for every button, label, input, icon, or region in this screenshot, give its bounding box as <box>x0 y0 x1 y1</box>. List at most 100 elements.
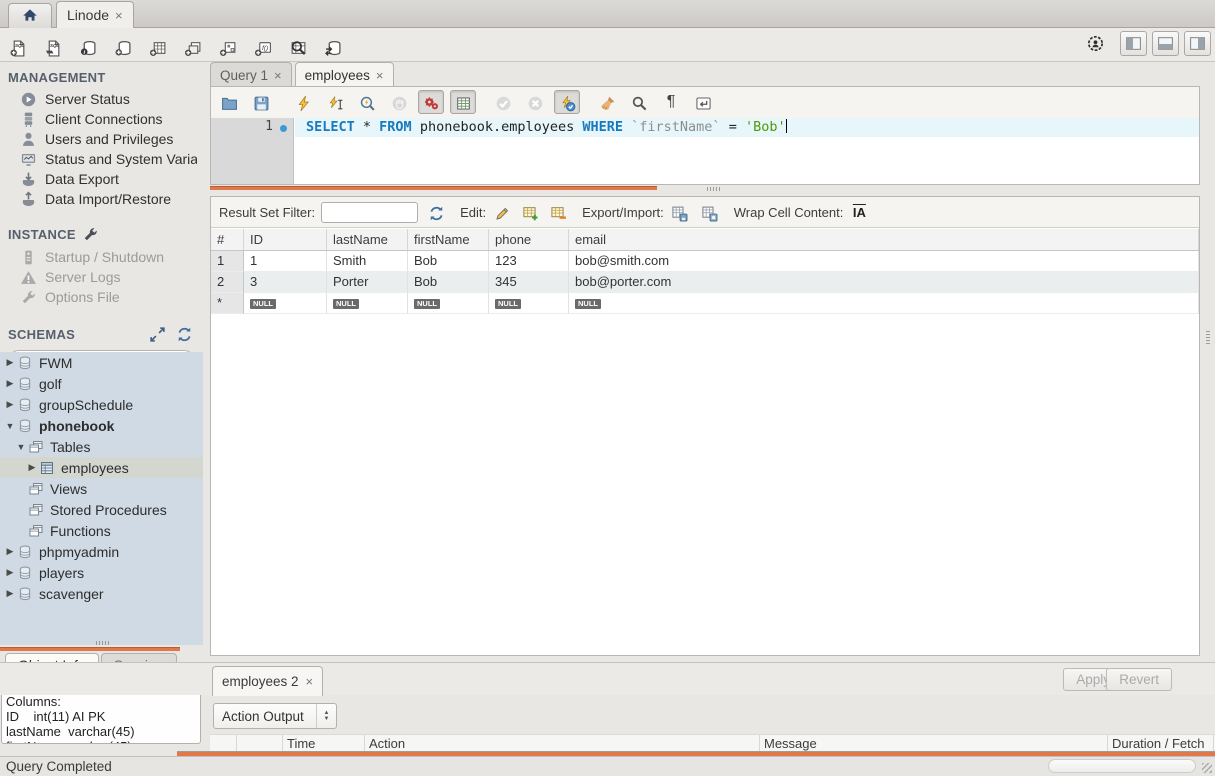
sidebar-item-client-connections[interactable]: Client Connections <box>0 109 203 129</box>
rollback-button[interactable] <box>522 90 548 114</box>
data-cell[interactable]: NULL <box>408 293 489 314</box>
splitter-grip[interactable] <box>96 641 110 645</box>
execute-current-statement-button[interactable] <box>322 90 348 114</box>
output-type-selector[interactable]: Action Output ▲▼ <box>213 703 337 729</box>
tree-item-groupschedule[interactable]: ▶groupSchedule <box>0 394 203 415</box>
result-filter-input[interactable] <box>321 202 418 223</box>
chevron-right-icon[interactable]: ▶ <box>4 588 16 599</box>
row-number-cell[interactable]: 2 <box>211 272 244 293</box>
open-sql-script-button[interactable]: SQL <box>39 31 67 59</box>
clear-query-button[interactable] <box>594 90 620 114</box>
sidebar-splitter[interactable] <box>0 645 203 653</box>
toggle-right-sidebar-button[interactable] <box>1184 31 1211 56</box>
tree-item-fwm[interactable]: ▶FWM <box>0 352 203 373</box>
data-cell[interactable]: 1 <box>244 251 327 272</box>
tree-item-phonebook[interactable]: ▼phonebook <box>0 415 203 436</box>
delete-row-button[interactable] <box>546 201 570 223</box>
tree-item-golf[interactable]: ▶golf <box>0 373 203 394</box>
sidebar-item-server-status[interactable]: Server Status <box>0 89 203 109</box>
tree-item-functions[interactable]: Functions <box>0 520 203 541</box>
column-header-firstname[interactable]: firstName <box>408 229 489 250</box>
preferences-button[interactable] <box>1083 32 1107 56</box>
toggle-stop-on-error-button[interactable] <box>418 90 444 114</box>
data-cell[interactable]: bob@porter.com <box>569 272 1199 293</box>
import-records-button[interactable] <box>698 201 722 223</box>
open-file-button[interactable] <box>216 90 242 114</box>
sql-code-editor[interactable]: 1 SELECT * FROM phonebook.employees WHER… <box>211 118 1199 184</box>
data-cell[interactable]: Bob <box>408 272 489 293</box>
create-schema-button[interactable] <box>109 31 137 59</box>
tree-item-views[interactable]: Views <box>0 478 203 499</box>
chevron-right-icon[interactable]: ▶ <box>4 357 16 368</box>
tree-item-tables[interactable]: ▼Tables <box>0 436 203 457</box>
chevron-right-icon[interactable]: ▶ <box>26 462 38 473</box>
add-row-button[interactable] <box>518 201 542 223</box>
data-cell[interactable]: NULL <box>244 293 327 314</box>
data-cell[interactable]: NULL <box>569 293 1199 314</box>
close-icon[interactable]: × <box>306 674 314 689</box>
create-view-button[interactable] <box>179 31 207 59</box>
column-header-phone[interactable]: phone <box>489 229 569 250</box>
sidebar-item-status-and-system-variables[interactable]: Status and System Variables <box>0 149 203 169</box>
close-icon[interactable]: × <box>274 68 282 83</box>
tree-item-employees[interactable]: ▶employees <box>0 457 203 478</box>
create-procedure-button[interactable] <box>214 31 242 59</box>
stop-query-button[interactable] <box>386 90 412 114</box>
close-icon[interactable]: × <box>376 68 384 83</box>
wrap-cell-content-toggle[interactable]: IA <box>847 201 871 223</box>
horizontal-scrollbar-thumb[interactable] <box>1048 759 1196 773</box>
editor-tab-employees[interactable]: employees× <box>295 62 394 87</box>
limit-rows-button[interactable] <box>450 90 476 114</box>
row-number-cell[interactable]: * <box>211 293 244 314</box>
row-number-cell[interactable]: 1 <box>211 251 244 272</box>
expand-panel-icon[interactable] <box>149 326 166 343</box>
chevron-down-icon[interactable]: ▼ <box>4 421 16 431</box>
chevron-right-icon[interactable]: ▶ <box>4 546 16 557</box>
selector-spinner[interactable]: ▲▼ <box>316 704 336 728</box>
create-function-button[interactable]: f() <box>249 31 277 59</box>
sidebar-item-data-import-restore[interactable]: Data Import/Restore <box>0 189 203 209</box>
save-script-button[interactable] <box>248 90 274 114</box>
search-table-data-button[interactable] <box>284 31 312 59</box>
edit-cell-button[interactable] <box>490 201 514 223</box>
data-cell[interactable]: NULL <box>327 293 408 314</box>
toggle-left-sidebar-button[interactable] <box>1120 31 1147 56</box>
connection-tab[interactable]: Linode × <box>56 1 134 28</box>
data-cell[interactable]: NULL <box>489 293 569 314</box>
column-header-[interactable]: # <box>211 229 244 250</box>
tree-item-stored-procedures[interactable]: Stored Procedures <box>0 499 203 520</box>
column-header-email[interactable]: email <box>569 229 1199 250</box>
data-cell[interactable]: Smith <box>327 251 408 272</box>
toggle-bottom-panel-button[interactable] <box>1152 31 1179 56</box>
data-cell[interactable]: 3 <box>244 272 327 293</box>
resize-grip[interactable] <box>1202 763 1212 773</box>
chevron-right-icon[interactable]: ▶ <box>4 378 16 389</box>
sql-statement[interactable]: SELECT * FROM phonebook.employees WHERE … <box>306 119 787 135</box>
chevron-down-icon[interactable]: ▼ <box>15 442 27 452</box>
close-icon[interactable]: × <box>115 8 123 23</box>
schema-inspector-button[interactable]: i <box>74 31 102 59</box>
tree-item-phpmyadmin[interactable]: ▶phpmyadmin <box>0 541 203 562</box>
editor-tab-query-1[interactable]: Query 1× <box>210 62 292 87</box>
data-cell[interactable]: 345 <box>489 272 569 293</box>
chevron-right-icon[interactable]: ▶ <box>4 399 16 410</box>
export-recordset-button[interactable] <box>668 201 692 223</box>
toggle-autocommit-button[interactable] <box>554 90 580 114</box>
data-cell[interactable]: 123 <box>489 251 569 272</box>
find-button[interactable] <box>626 90 652 114</box>
sidebar-item-data-export[interactable]: Data Export <box>0 169 203 189</box>
right-splitter-grip[interactable] <box>1206 330 1210 344</box>
editor-result-splitter[interactable] <box>210 185 1215 195</box>
tree-item-players[interactable]: ▶players <box>0 562 203 583</box>
splitter-grip[interactable] <box>707 187 721 191</box>
result-set-tab[interactable]: employees 2 × <box>212 666 323 696</box>
explain-plan-button[interactable] <box>354 90 380 114</box>
data-cell[interactable]: Porter <box>327 272 408 293</box>
column-header-id[interactable]: ID <box>244 229 327 250</box>
column-header-lastname[interactable]: lastName <box>327 229 408 250</box>
data-cell[interactable]: Bob <box>408 251 489 272</box>
chevron-right-icon[interactable]: ▶ <box>4 567 16 578</box>
reconnect-dbms-button[interactable] <box>319 31 347 59</box>
refresh-schemas-icon[interactable] <box>176 326 193 343</box>
tree-item-scavenger[interactable]: ▶scavenger <box>0 583 203 604</box>
